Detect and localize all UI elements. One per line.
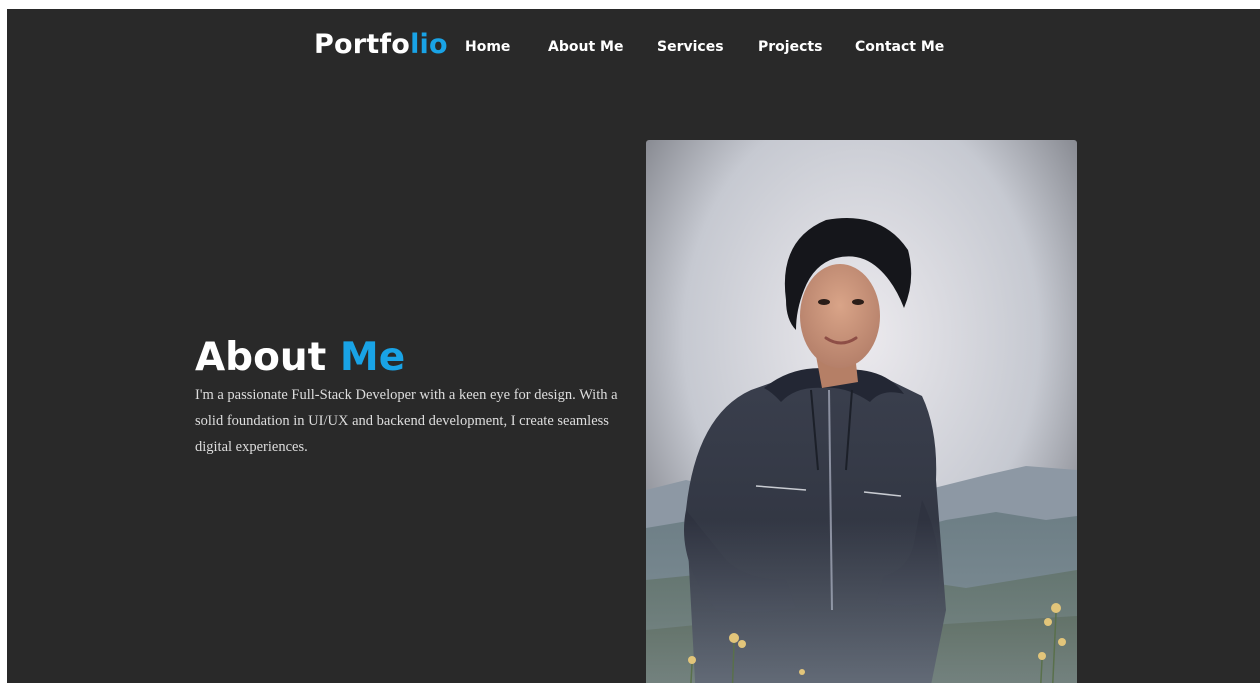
nav-links: Home About Me Services Projects Contact … (7, 39, 1260, 59)
about-title-accent: Me (339, 335, 406, 380)
profile-photo-illustration (646, 140, 1077, 683)
nav-link-contact-me[interactable]: Contact Me (855, 39, 944, 55)
about-title: About Me (195, 334, 635, 382)
about-section: About Me I'm a passionate Full-Stack Dev… (195, 334, 635, 460)
page: Portfolio Home About Me Services Project… (7, 9, 1260, 683)
nav-link-about-me[interactable]: About Me (548, 39, 623, 55)
about-description: I'm a passionate Full-Stack Developer wi… (195, 387, 618, 455)
nav-link-projects[interactable]: Projects (758, 39, 822, 55)
profile-photo (646, 140, 1077, 683)
navbar: Portfolio Home About Me Services Project… (7, 9, 1260, 89)
nav-link-services[interactable]: Services (657, 39, 724, 55)
nav-link-home[interactable]: Home (465, 39, 510, 55)
about-title-main: About (195, 335, 327, 380)
